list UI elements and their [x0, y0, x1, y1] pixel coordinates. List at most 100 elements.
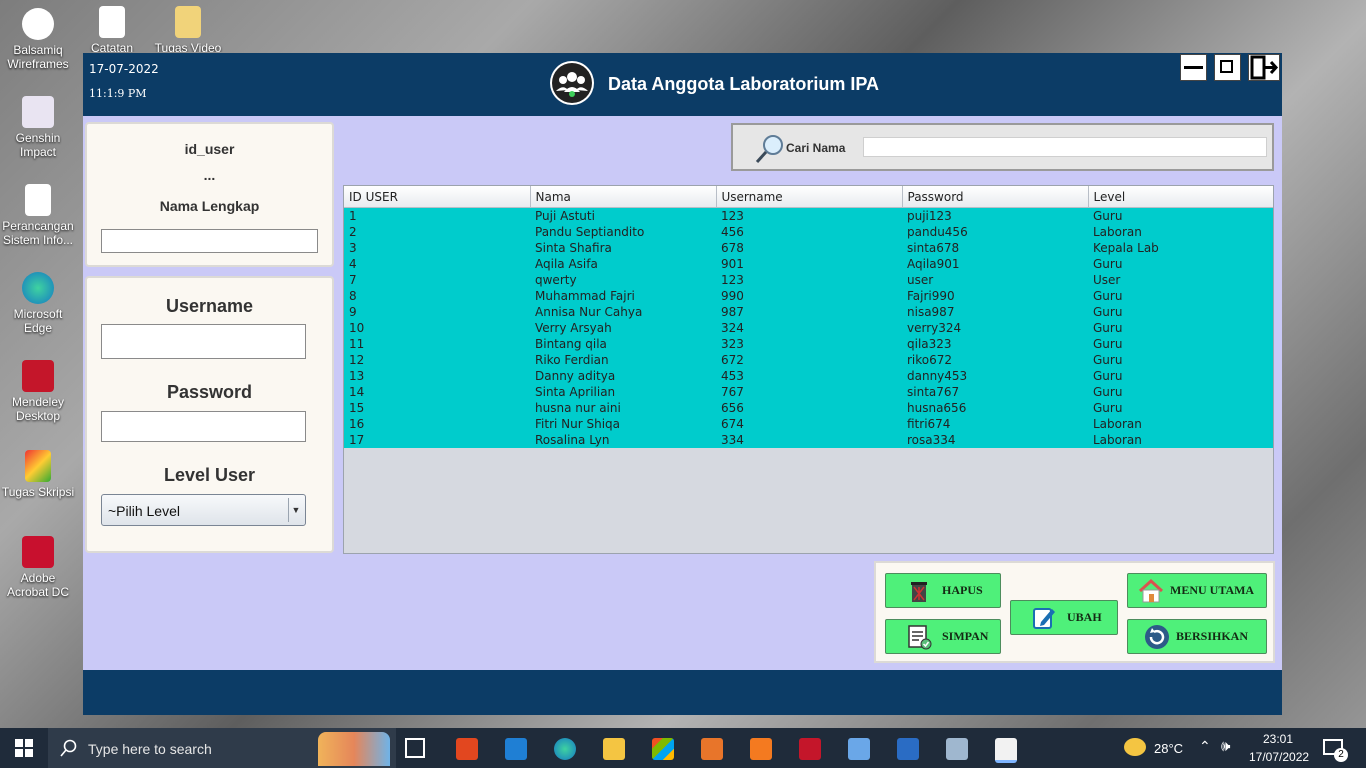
table-cell[interactable]: Guru [1088, 304, 1273, 320]
office-icon[interactable] [456, 738, 478, 760]
chevron-down-icon[interactable]: ▼ [288, 498, 303, 522]
table-row[interactable]: 9 Annisa Nur Cahya 987 nisa987 Guru [344, 304, 1273, 320]
xampp-icon[interactable] [750, 738, 772, 760]
weather-icon[interactable] [1124, 738, 1146, 756]
table-row[interactable]: 3 Sinta Shafira 678 sinta678 Kepala Lab [344, 240, 1273, 256]
table-cell[interactable]: 15 [344, 400, 530, 416]
table-cell[interactable]: 12 [344, 352, 530, 368]
table-row[interactable]: 7 qwerty 123 user User [344, 272, 1273, 288]
file-explorer-icon[interactable] [603, 738, 625, 760]
fullname-input[interactable] [101, 229, 318, 253]
table-row[interactable]: 12 Riko Ferdian 672 riko672 Guru [344, 352, 1273, 368]
table-cell[interactable]: sinta767 [902, 384, 1088, 400]
edge-icon[interactable] [554, 738, 576, 760]
table-cell[interactable]: 7 [344, 272, 530, 288]
table-cell[interactable]: 8 [344, 288, 530, 304]
table-cell[interactable]: 1 [344, 207, 530, 224]
table-cell[interactable]: 14 [344, 384, 530, 400]
table-cell[interactable]: 901 [716, 256, 902, 272]
table-cell[interactable]: user [902, 272, 1088, 288]
table-row[interactable]: 10 Verry Arsyah 324 verry324 Guru [344, 320, 1273, 336]
remote-desktop-icon[interactable] [946, 738, 968, 760]
table-row[interactable]: 14 Sinta Aprilian 767 sinta767 Guru [344, 384, 1273, 400]
desktop-icon-tugas-skripsi[interactable]: Tugas Skripsi [0, 450, 76, 499]
table-cell[interactable]: Guru [1088, 256, 1273, 272]
table-row[interactable]: 1 Puji Astuti 123 puji123 Guru [344, 207, 1273, 224]
table-cell[interactable]: 13 [344, 368, 530, 384]
table-cell[interactable]: 10 [344, 320, 530, 336]
volume-icon[interactable]: 🕪 [1221, 738, 1230, 755]
table-cell[interactable]: Guru [1088, 336, 1273, 352]
table-row[interactable]: 2 Pandu Septiandito 456 pandu456 Laboran [344, 224, 1273, 240]
mendeley-icon[interactable] [799, 738, 821, 760]
table-cell[interactable]: User [1088, 272, 1273, 288]
password-input[interactable] [101, 411, 306, 442]
table-cell[interactable]: Sinta Shafira [530, 240, 716, 256]
chevron-up-icon[interactable]: ⌃ [1199, 738, 1211, 755]
weather-temperature[interactable]: 28°C [1154, 741, 1183, 756]
maximize-button[interactable] [1214, 54, 1241, 81]
table-cell[interactable]: Muhammad Fajri [530, 288, 716, 304]
table-cell[interactable]: pandu456 [902, 224, 1088, 240]
desktop-icon-tugas-video[interactable]: Tugas Video [150, 6, 226, 52]
store-icon[interactable] [652, 738, 674, 760]
table-cell[interactable]: Laboran [1088, 432, 1273, 448]
search-input[interactable] [863, 137, 1267, 157]
table-cell[interactable]: Annisa Nur Cahya [530, 304, 716, 320]
table-cell[interactable]: Guru [1088, 400, 1273, 416]
column-header[interactable]: Username [716, 186, 903, 208]
table-cell[interactable]: 987 [716, 304, 902, 320]
table-cell[interactable]: fitri674 [902, 416, 1088, 432]
mail-icon[interactable] [505, 738, 527, 760]
table-cell[interactable]: sinta678 [902, 240, 1088, 256]
table-cell[interactable]: 674 [716, 416, 902, 432]
table-cell[interactable]: 11 [344, 336, 530, 352]
photos-icon[interactable] [897, 738, 919, 760]
table-cell[interactable]: qwerty [530, 272, 716, 288]
table-cell[interactable]: puji123 [902, 207, 1088, 224]
desktop-icon-genshin[interactable]: Genshin Impact [0, 96, 76, 159]
taskbar-search-box[interactable]: Type here to search [48, 728, 396, 768]
start-button[interactable] [0, 728, 48, 768]
desktop-icon-catatan[interactable]: Catatan [74, 6, 150, 52]
column-header[interactable]: Password [902, 186, 1089, 208]
table-cell[interactable]: rosa334 [902, 432, 1088, 448]
minimize-button[interactable] [1180, 54, 1207, 81]
cube-app-icon[interactable] [848, 738, 870, 760]
table-cell[interactable]: Kepala Lab [1088, 240, 1273, 256]
desktop-icon-edge[interactable]: Microsoft Edge [0, 272, 76, 335]
table-cell[interactable]: danny453 [902, 368, 1088, 384]
table-cell[interactable]: Aqila901 [902, 256, 1088, 272]
menu-utama-button[interactable]: MENU UTAMA [1127, 573, 1267, 608]
table-cell[interactable]: 123 [716, 272, 902, 288]
table-row[interactable]: 4 Aqila Asifa 901 Aqila901 Guru [344, 256, 1273, 272]
table-row[interactable]: 8 Muhammad Fajri 990 Fajri990 Guru [344, 288, 1273, 304]
table-cell[interactable]: qila323 [902, 336, 1088, 352]
table-cell[interactable]: 456 [716, 224, 902, 240]
clock-date[interactable]: 17/07/2022 [1249, 750, 1309, 764]
table-cell[interactable]: 990 [716, 288, 902, 304]
java-icon[interactable] [995, 738, 1017, 763]
table-cell[interactable]: 672 [716, 352, 902, 368]
table-cell[interactable]: 678 [716, 240, 902, 256]
table-cell[interactable]: Rosalina Lyn [530, 432, 716, 448]
table-cell[interactable]: Guru [1088, 384, 1273, 400]
table-cell[interactable]: 453 [716, 368, 902, 384]
desktop-icon-acrobat[interactable]: Adobe Acrobat DC [0, 536, 76, 599]
table-cell[interactable]: Sinta Aprilian [530, 384, 716, 400]
simpan-button[interactable]: SIMPAN [885, 619, 1001, 654]
bersihkan-button[interactable]: BERSIHKAN [1127, 619, 1267, 654]
table-row[interactable]: 17 Rosalina Lyn 334 rosa334 Laboran [344, 432, 1273, 448]
ubah-button[interactable]: UBAH [1010, 600, 1118, 635]
table-row[interactable]: 13 Danny aditya 453 danny453 Guru [344, 368, 1273, 384]
table-cell[interactable]: Aqila Asifa [530, 256, 716, 272]
table-cell[interactable]: Fajri990 [902, 288, 1088, 304]
task-view-icon[interactable] [405, 738, 425, 758]
table-row[interactable]: 16 Fitri Nur Shiqa 674 fitri674 Laboran [344, 416, 1273, 432]
table-cell[interactable]: 324 [716, 320, 902, 336]
table-cell[interactable]: verry324 [902, 320, 1088, 336]
desktop-icon-perancangan[interactable]: Perancangan Sistem Info... [0, 184, 76, 247]
table-cell[interactable]: Bintang qila [530, 336, 716, 352]
username-input[interactable] [101, 324, 306, 359]
table-cell[interactable]: 16 [344, 416, 530, 432]
